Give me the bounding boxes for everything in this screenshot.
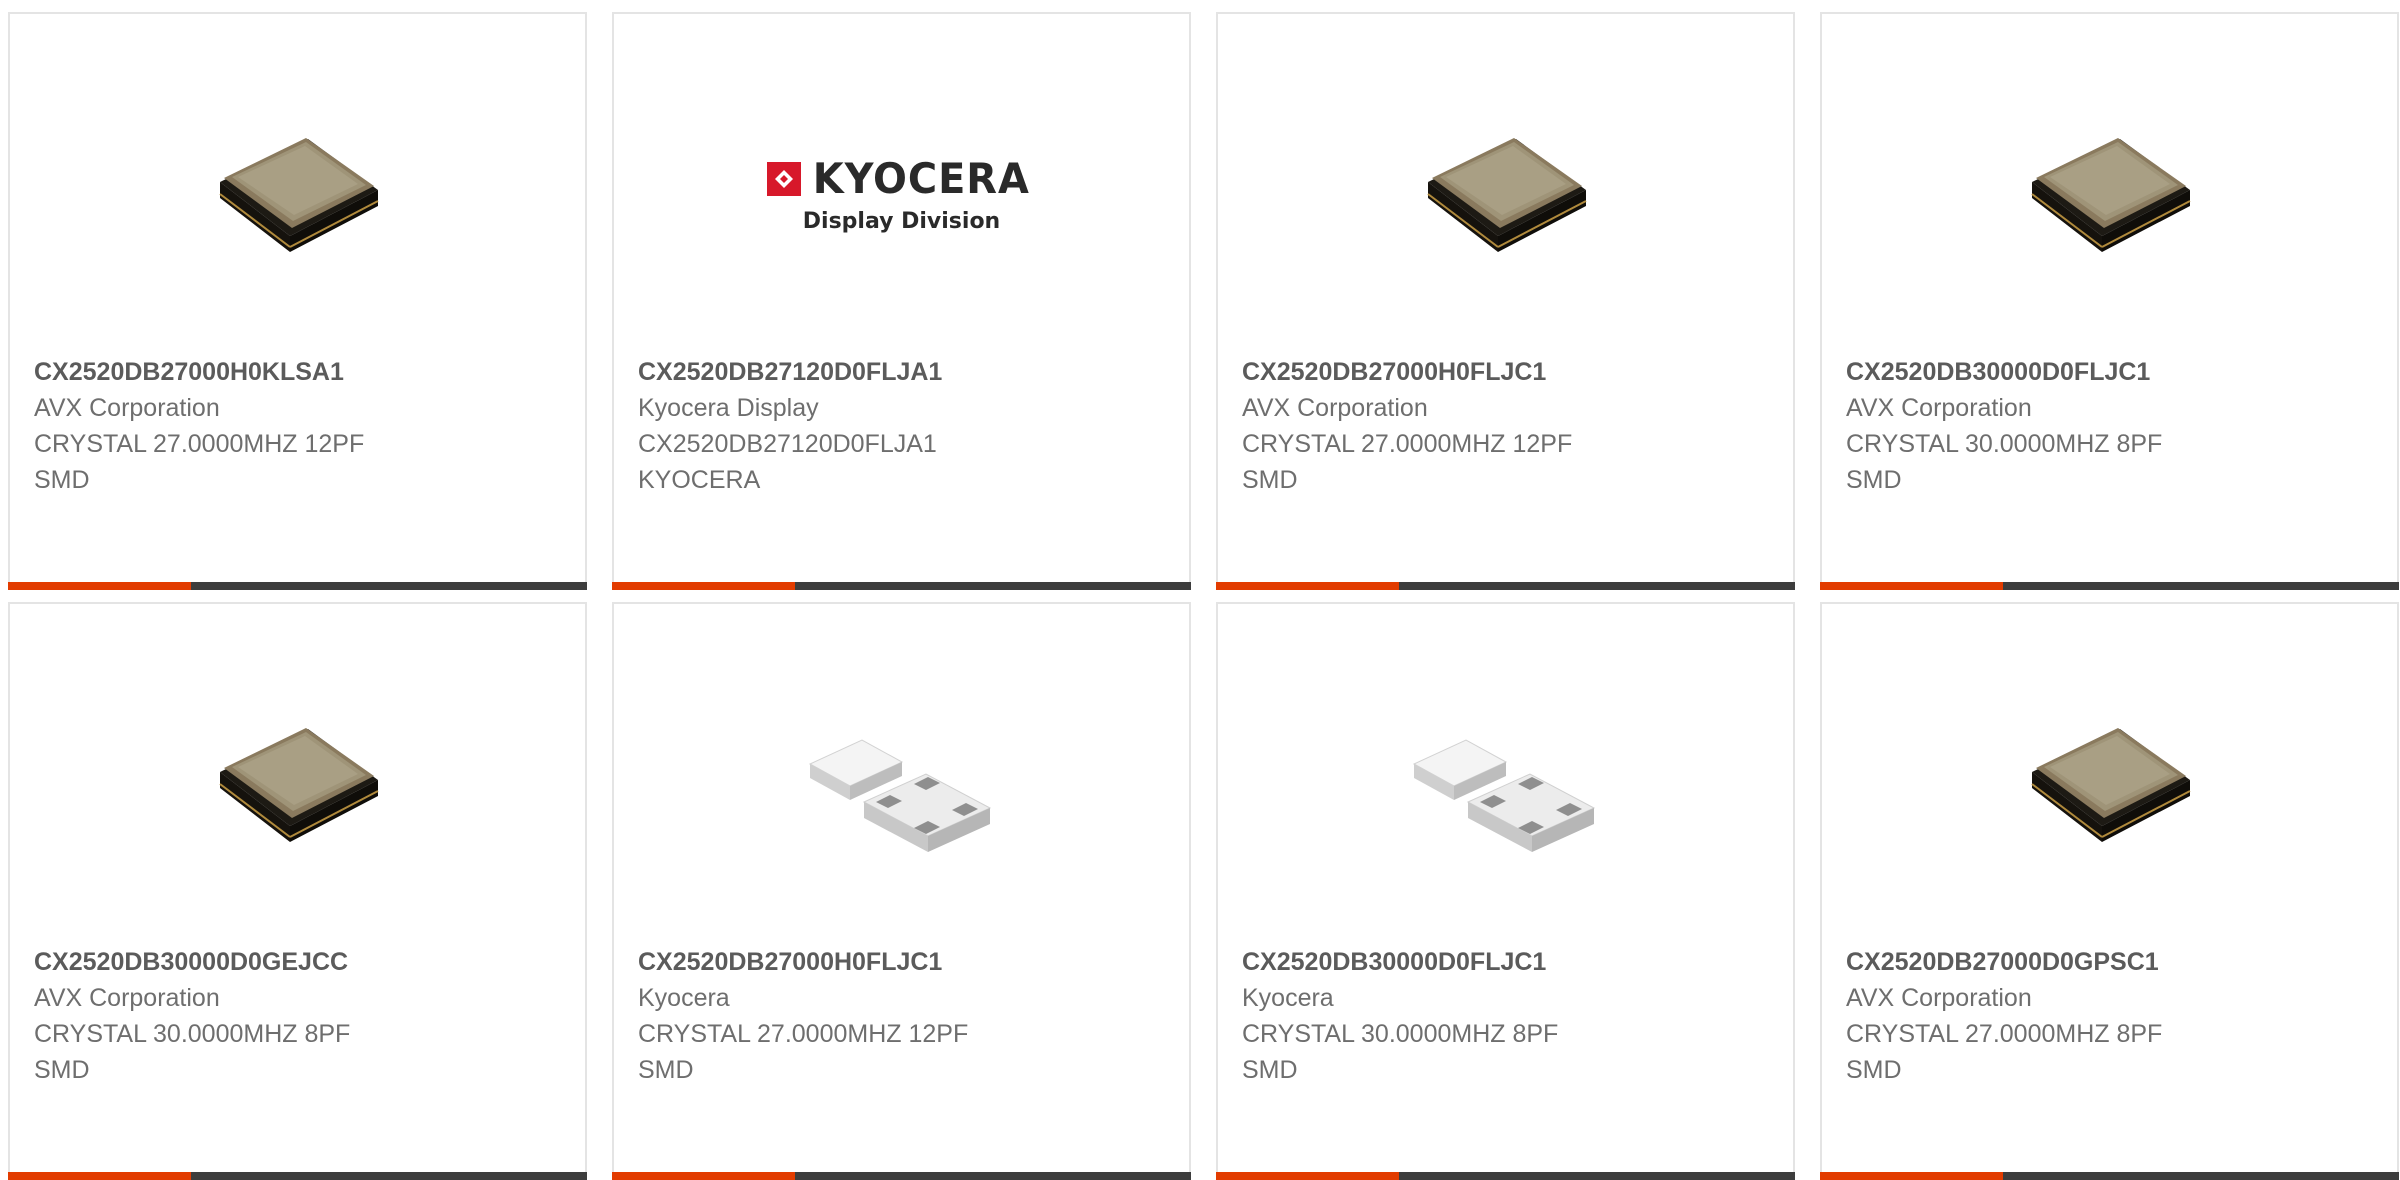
product-card[interactable]: CX2520DB27000H0KLSA1 AVX Corporation CRY… (8, 12, 587, 590)
package: SMD (1242, 1056, 1298, 1084)
product-image[interactable] (1406, 684, 1606, 884)
package: SMD (1242, 466, 1298, 494)
description: CRYSTAL 27.0000MHZ 12PF (1242, 430, 1573, 458)
card-bottom-bar (1820, 582, 2399, 590)
product-card[interactable]: CX2520DB30000D0GEJCC AVX Corporation CRY… (8, 602, 587, 1180)
product-image[interactable] (2010, 94, 2210, 294)
package: SMD (34, 466, 90, 494)
card-accent-bar (1216, 582, 1399, 590)
part-number[interactable]: CX2520DB27000H0KLSA1 (34, 354, 565, 390)
card-bottom-bar (612, 1172, 1191, 1180)
product-card[interactable]: CX2520DB30000D0FLJC1 Kyocera CRYSTAL 30.… (1216, 602, 1795, 1180)
logo-subtitle: Display Division (802, 209, 1001, 234)
crystal-metal-icon (2030, 728, 2190, 842)
manufacturer: AVX Corporation (34, 984, 220, 1012)
card-bottom-bar (1216, 582, 1795, 590)
product-card[interactable]: KYOCERA Display Division CX2520DB27120D0… (612, 12, 1191, 590)
card-bottom-bar (1820, 1172, 2399, 1180)
manufacturer: Kyocera (1242, 984, 1334, 1012)
package: SMD (1846, 466, 1902, 494)
product-card[interactable]: CX2520DB27000D0GPSC1 AVX Corporation CRY… (1820, 602, 2399, 1180)
crystal-metal-icon (1426, 138, 1586, 252)
manufacturer: AVX Corporation (1846, 394, 2032, 422)
card-accent-bar (612, 1172, 795, 1180)
card-accent-bar (1820, 582, 2003, 590)
crystal-ceramic-icon (808, 739, 991, 852)
product-image[interactable] (1406, 94, 1606, 294)
card-bottom-bar (8, 1172, 587, 1180)
product-image[interactable] (198, 94, 398, 294)
product-grid: CX2520DB27000H0KLSA1 AVX Corporation CRY… (8, 12, 2399, 1180)
product-card[interactable]: CX2520DB27000H0FLJC1 Kyocera CRYSTAL 27.… (612, 602, 1191, 1180)
description: CRYSTAL 30.0000MHZ 8PF (34, 1020, 351, 1048)
product-image[interactable] (198, 684, 398, 884)
part-number[interactable]: CX2520DB27120D0FLJA1 (638, 354, 1169, 390)
product-image[interactable] (802, 684, 1002, 884)
card-accent-bar (8, 582, 191, 590)
manufacturer: Kyocera (638, 984, 730, 1012)
product-card[interactable]: CX2520DB30000D0FLJC1 AVX Corporation CRY… (1820, 12, 2399, 590)
manufacturer: Kyocera Display (638, 394, 819, 422)
card-bottom-bar (8, 582, 587, 590)
description: CRYSTAL 27.0000MHZ 12PF (34, 430, 365, 458)
card-bottom-bar (612, 582, 1191, 590)
product-card[interactable]: CX2520DB27000H0FLJC1 AVX Corporation CRY… (1216, 12, 1795, 590)
description: CRYSTAL 27.0000MHZ 12PF (638, 1020, 969, 1048)
card-accent-bar (8, 1172, 191, 1180)
crystal-ceramic-icon (1412, 739, 1595, 852)
package: SMD (1846, 1056, 1902, 1084)
product-image[interactable] (2010, 684, 2210, 884)
package: SMD (638, 1056, 694, 1084)
package: KYOCERA (638, 466, 761, 494)
part-number[interactable]: CX2520DB30000D0GEJCC (34, 944, 565, 980)
product-image[interactable]: KYOCERA Display Division (767, 94, 1029, 294)
logo-wordmark: KYOCERA (812, 154, 1031, 203)
card-accent-bar (612, 582, 795, 590)
manufacturer: AVX Corporation (1846, 984, 2032, 1012)
card-accent-bar (1216, 1172, 1399, 1180)
part-number[interactable]: CX2520DB30000D0FLJC1 (1242, 944, 1773, 980)
description: CRYSTAL 30.0000MHZ 8PF (1846, 430, 2163, 458)
crystal-metal-icon (218, 728, 378, 842)
card-bottom-bar (1216, 1172, 1795, 1180)
description: CX2520DB27120D0FLJA1 (638, 430, 937, 458)
description: CRYSTAL 30.0000MHZ 8PF (1242, 1020, 1559, 1048)
manufacturer: AVX Corporation (34, 394, 220, 422)
part-number[interactable]: CX2520DB27000D0GPSC1 (1846, 944, 2377, 980)
package: SMD (34, 1056, 90, 1084)
manufacturer: AVX Corporation (1242, 394, 1428, 422)
description: CRYSTAL 27.0000MHZ 8PF (1846, 1020, 2163, 1048)
crystal-metal-icon (2030, 138, 2190, 252)
card-accent-bar (1820, 1172, 2003, 1180)
part-number[interactable]: CX2520DB27000H0FLJC1 (1242, 354, 1773, 390)
part-number[interactable]: CX2520DB30000D0FLJC1 (1846, 354, 2377, 390)
part-number[interactable]: CX2520DB27000H0FLJC1 (638, 944, 1169, 980)
kyocera-logo: KYOCERA (767, 154, 1036, 203)
crystal-metal-icon (218, 138, 378, 252)
kyocera-mark-icon (767, 161, 802, 196)
